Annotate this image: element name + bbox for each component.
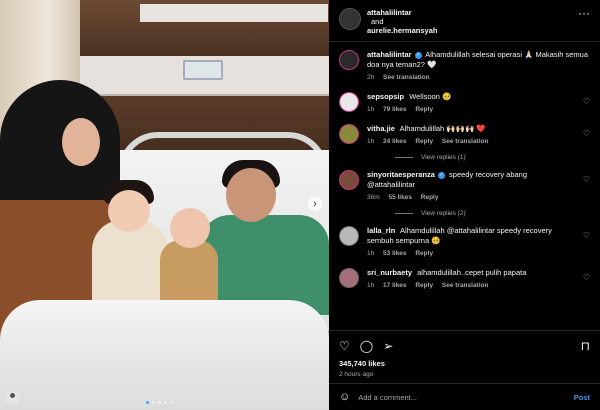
share-icon[interactable]: ➢ — [383, 340, 393, 352]
carousel-dot — [158, 401, 161, 404]
comment-text: alhamdulillah..cepet pulih papata — [417, 268, 527, 277]
like-comment-heart-icon[interactable]: ♡ — [583, 231, 590, 240]
comment-likes[interactable]: 55 likes — [388, 194, 412, 201]
view-replies-button[interactable]: View replies (2) — [395, 210, 590, 217]
comment-likes[interactable]: 17 likes — [383, 282, 407, 289]
author-names: attahalilintar and aurelie.hermansyah — [367, 8, 578, 35]
comment-time: 36m — [367, 194, 380, 201]
photo-baby-girl-face — [108, 190, 150, 232]
add-comment-bar: ☺ Add a comment... Post — [329, 383, 600, 410]
comment-time: 1h — [367, 106, 375, 113]
comment-time: 1h — [367, 138, 375, 145]
emoji-icon[interactable]: ☺ — [339, 391, 350, 403]
reply-button[interactable]: Reply — [421, 194, 439, 201]
photo-monitor — [183, 60, 223, 80]
carousel-dot — [146, 401, 149, 404]
comment-item: sepsopsip Wellsoon 🥺 1h 79 likes Reply ♡ — [339, 92, 590, 115]
comment-username[interactable]: sepsopsip — [367, 92, 404, 101]
comment-icon[interactable]: ◯ — [360, 340, 373, 352]
heart-icon[interactable]: ♡ — [339, 340, 350, 352]
verified-icon: ✓ — [437, 171, 445, 179]
comment-likes[interactable]: 79 likes — [383, 106, 407, 113]
photo-man-face — [226, 168, 276, 222]
post-photo[interactable] — [0, 0, 329, 410]
comment-username[interactable]: sinyoritaesperanza — [367, 170, 435, 179]
comment-item: lalla_rln Alhamdulillah @attahalilintar … — [339, 226, 590, 259]
comment-item: sri_nurbaety alhamdulillah..cepet pulih … — [339, 268, 590, 291]
comments-list: attahalilintar ✓ Alhamdulillah selesai op… — [329, 42, 600, 327]
comment-avatar[interactable] — [339, 226, 359, 246]
comment-time: 1h — [367, 282, 375, 289]
comment-time: 1h — [367, 250, 375, 257]
caption-avatar[interactable] — [339, 50, 359, 70]
reply-button[interactable]: Reply — [415, 282, 433, 289]
comment-avatar[interactable] — [339, 268, 359, 288]
comment-avatar[interactable] — [339, 170, 359, 190]
comment-item: vitha.jie Alhamdulillah 🙌🏻🙌🏻🙌🏻 ❤️ 1h 24 … — [339, 124, 590, 147]
reply-button[interactable]: Reply — [415, 250, 433, 257]
comment-avatar[interactable] — [339, 124, 359, 144]
photo-mother-face — [62, 118, 100, 166]
like-comment-heart-icon[interactable]: ♡ — [583, 97, 590, 106]
author-username[interactable]: attahalilintar — [367, 8, 578, 17]
post-actions: ♡ ◯ ➢ ⊓ 345,740 likes 2 hours ago — [329, 330, 600, 378]
see-translation-link[interactable]: See translation — [442, 282, 489, 289]
carousel-dot — [164, 401, 167, 404]
see-translation-link[interactable]: See translation — [442, 138, 489, 145]
view-replies-button[interactable]: View replies (1) — [395, 154, 590, 161]
comment-username[interactable]: lalla_rln — [367, 226, 395, 235]
post-comment-button[interactable]: Post — [574, 393, 590, 402]
comment-likes[interactable]: 24 likes — [383, 138, 407, 145]
carousel-dot — [152, 401, 155, 404]
verified-icon: ✓ — [414, 51, 422, 59]
carousel-dots — [146, 401, 173, 404]
comment-avatar[interactable] — [339, 92, 359, 112]
see-translation-link[interactable]: See translation — [383, 74, 430, 81]
photo-shelf — [140, 4, 328, 22]
post-side-panel: attahalilintar and aurelie.hermansyah ··… — [329, 0, 600, 410]
comment-username[interactable]: sri_nurbaety — [367, 268, 412, 277]
bookmark-icon[interactable]: ⊓ — [581, 340, 590, 352]
like-comment-heart-icon[interactable]: ♡ — [583, 273, 590, 282]
comment-likes[interactable]: 53 likes — [383, 250, 407, 257]
comment-text: Wellsoon 🥺 — [409, 92, 452, 101]
caption-time: 2h — [367, 74, 375, 81]
caption: attahalilintar ✓ Alhamdulillah selesai op… — [339, 50, 590, 83]
comment-input[interactable]: Add a comment... — [358, 393, 574, 402]
comment-username[interactable]: vitha.jie — [367, 124, 395, 133]
author-avatar[interactable] — [339, 8, 361, 30]
like-comment-heart-icon[interactable]: ♡ — [583, 175, 590, 184]
carousel-dot — [170, 401, 173, 404]
post-time: 2 hours ago — [339, 371, 374, 378]
author-joiner: and — [371, 17, 384, 26]
caption-username[interactable]: attahalilintar — [367, 50, 412, 59]
reply-button[interactable]: Reply — [415, 138, 433, 145]
comment-item: sinyoritaesperanza ✓ speedy recovery aban… — [339, 170, 590, 203]
likes-count[interactable]: 345,740 likes — [339, 359, 590, 368]
tagged-user-icon[interactable] — [5, 390, 20, 405]
collaborator-username[interactable]: aurelie.hermansyah — [367, 26, 578, 35]
reply-button[interactable]: Reply — [415, 106, 433, 113]
post-header: attahalilintar and aurelie.hermansyah ··… — [329, 0, 600, 42]
like-comment-heart-icon[interactable]: ♡ — [583, 129, 590, 138]
carousel-next-button[interactable]: › — [308, 197, 322, 211]
photo-blanket — [0, 300, 329, 410]
photo-baby-boy-face — [170, 208, 210, 248]
more-options-icon[interactable]: ··· — [578, 7, 590, 19]
comment-text: Alhamdulillah 🙌🏻🙌🏻🙌🏻 ❤️ — [399, 124, 486, 133]
